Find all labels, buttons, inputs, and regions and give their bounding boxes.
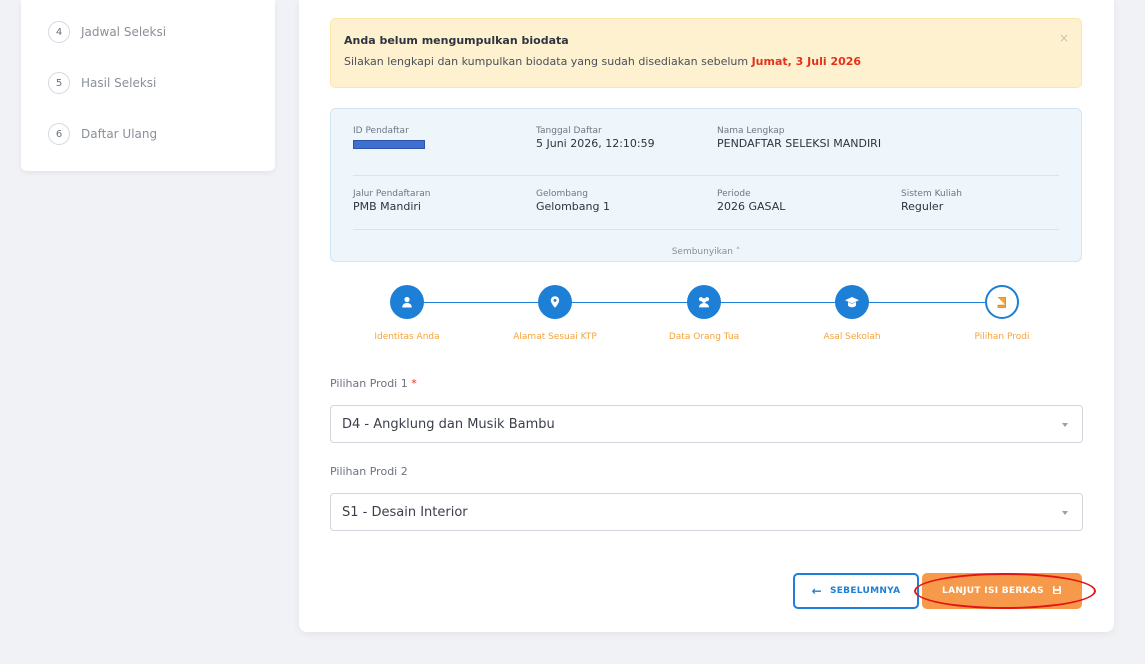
step-alamat[interactable]: Alamat Sesuai KTP xyxy=(490,285,620,342)
alert-title: Anda belum mengumpulkan biodata xyxy=(344,34,569,47)
prodi1-label-text: Pilihan Prodi 1 xyxy=(330,377,408,390)
sidebar-item-hasil-seleksi[interactable]: 5 Hasil Seleksi xyxy=(48,72,156,94)
save-icon xyxy=(1052,584,1062,598)
id-label: ID Pendaftar xyxy=(353,126,409,136)
next-button-label: LANJUT ISI BERKAS xyxy=(942,586,1044,596)
step-identitas[interactable]: Identitas Anda xyxy=(342,285,472,342)
sistem-label: Sistem Kuliah xyxy=(901,189,962,199)
chevron-down-icon xyxy=(1062,511,1068,515)
divider xyxy=(353,175,1059,176)
sidebar-item-jadwal-seleksi[interactable]: 4 Jadwal Seleksi xyxy=(48,21,166,43)
periode-label: Periode xyxy=(717,189,751,199)
nama-value: PENDAFTAR SELEKSI MANDIRI xyxy=(717,137,882,150)
step-number: 4 xyxy=(48,21,70,43)
field-jalur: Jalur Pendaftaran PMB Mandiri xyxy=(353,189,430,213)
registration-info-panel: ID Pendaftar Tanggal Daftar 5 Juni 2026,… xyxy=(330,108,1082,262)
alert-message-text: Silakan lengkapi dan kumpulkan biodata y… xyxy=(344,55,752,68)
gelombang-value: Gelombang 1 xyxy=(536,200,610,213)
sidebar-item-label: Daftar Ulang xyxy=(81,127,158,141)
step-label: Identitas Anda xyxy=(374,332,440,342)
sidebar-item-daftar-ulang[interactable]: 6 Daftar Ulang xyxy=(48,123,157,145)
next-fill-documents-button[interactable]: LANJUT ISI BERKAS xyxy=(922,573,1082,609)
field-sistem-kuliah: Sistem Kuliah Reguler xyxy=(901,189,962,213)
redacted-id xyxy=(353,140,425,149)
step-orang-tua[interactable]: Data Orang Tua xyxy=(639,285,769,342)
jalur-label: Jalur Pendaftaran xyxy=(353,189,431,199)
tanggal-value: 5 Juni 2026, 12:10:59 xyxy=(536,137,655,150)
sidebar-item-label: Hasil Seleksi xyxy=(81,76,157,90)
divider xyxy=(353,229,1059,230)
close-icon[interactable]: × xyxy=(1059,31,1069,45)
prodi2-label: Pilihan Prodi 2 xyxy=(330,465,408,478)
arrow-left-icon: ← xyxy=(811,584,822,598)
alert-deadline: Jumat, 3 Juli 2026 xyxy=(751,55,862,68)
biodata-alert: Anda belum mengumpulkan biodata Silakan … xyxy=(330,18,1082,88)
field-tanggal-daftar: Tanggal Daftar 5 Juni 2026, 12:10:59 xyxy=(536,126,655,150)
chevron-down-icon xyxy=(1062,423,1068,427)
step-number: 6 xyxy=(48,123,70,145)
prodi2-selected-value: S1 - Desain Interior xyxy=(342,505,468,520)
step-label: Asal Sekolah xyxy=(823,332,881,342)
graduation-cap-icon xyxy=(835,285,869,319)
prodi1-select[interactable]: D4 - Angklung dan Musik Bambu xyxy=(330,405,1083,443)
prodi1-label: Pilihan Prodi 1 * xyxy=(330,377,417,390)
sistem-value: Reguler xyxy=(901,200,944,213)
hide-toggle[interactable]: Sembunyikan ˄ xyxy=(331,247,1081,257)
step-number: 5 xyxy=(48,72,70,94)
jalur-value: PMB Mandiri xyxy=(353,200,421,213)
periode-value: 2026 GASAL xyxy=(717,200,786,213)
sidebar-item-label: Jadwal Seleksi xyxy=(81,25,167,39)
nama-label: Nama Lengkap xyxy=(717,126,785,136)
required-mark: * xyxy=(411,377,417,390)
field-id-pendaftar: ID Pendaftar xyxy=(353,126,425,149)
users-icon xyxy=(687,285,721,319)
previous-button[interactable]: ← SEBELUMNYA xyxy=(793,573,919,609)
step-label: Pilihan Prodi xyxy=(974,332,1030,342)
main-card: Anda belum mengumpulkan biodata Silakan … xyxy=(299,0,1114,632)
prodi1-selected-value: D4 - Angklung dan Musik Bambu xyxy=(342,417,555,432)
gelombang-label: Gelombang xyxy=(536,189,588,199)
sidebar: 4 Jadwal Seleksi 5 Hasil Seleksi 6 Dafta… xyxy=(21,0,275,171)
form-stepper: Identitas Anda Alamat Sesuai KTP Data Or… xyxy=(330,285,1082,355)
previous-button-label: SEBELUMNYA xyxy=(829,586,901,596)
prodi2-select[interactable]: S1 - Desain Interior xyxy=(330,493,1083,531)
step-asal-sekolah[interactable]: Asal Sekolah xyxy=(787,285,917,342)
field-periode: Periode 2026 GASAL xyxy=(717,189,785,213)
book-icon xyxy=(985,285,1019,319)
step-label: Alamat Sesuai KTP xyxy=(513,332,597,342)
field-nama-lengkap: Nama Lengkap PENDAFTAR SELEKSI MANDIRI xyxy=(717,126,881,150)
step-label: Data Orang Tua xyxy=(668,332,740,342)
user-icon xyxy=(390,285,424,319)
alert-message: Silakan lengkapi dan kumpulkan biodata y… xyxy=(344,55,861,68)
map-pin-icon xyxy=(538,285,572,319)
tanggal-label: Tanggal Daftar xyxy=(536,126,602,136)
step-pilihan-prodi[interactable]: Pilihan Prodi xyxy=(937,285,1067,342)
field-gelombang: Gelombang Gelombang 1 xyxy=(536,189,610,213)
